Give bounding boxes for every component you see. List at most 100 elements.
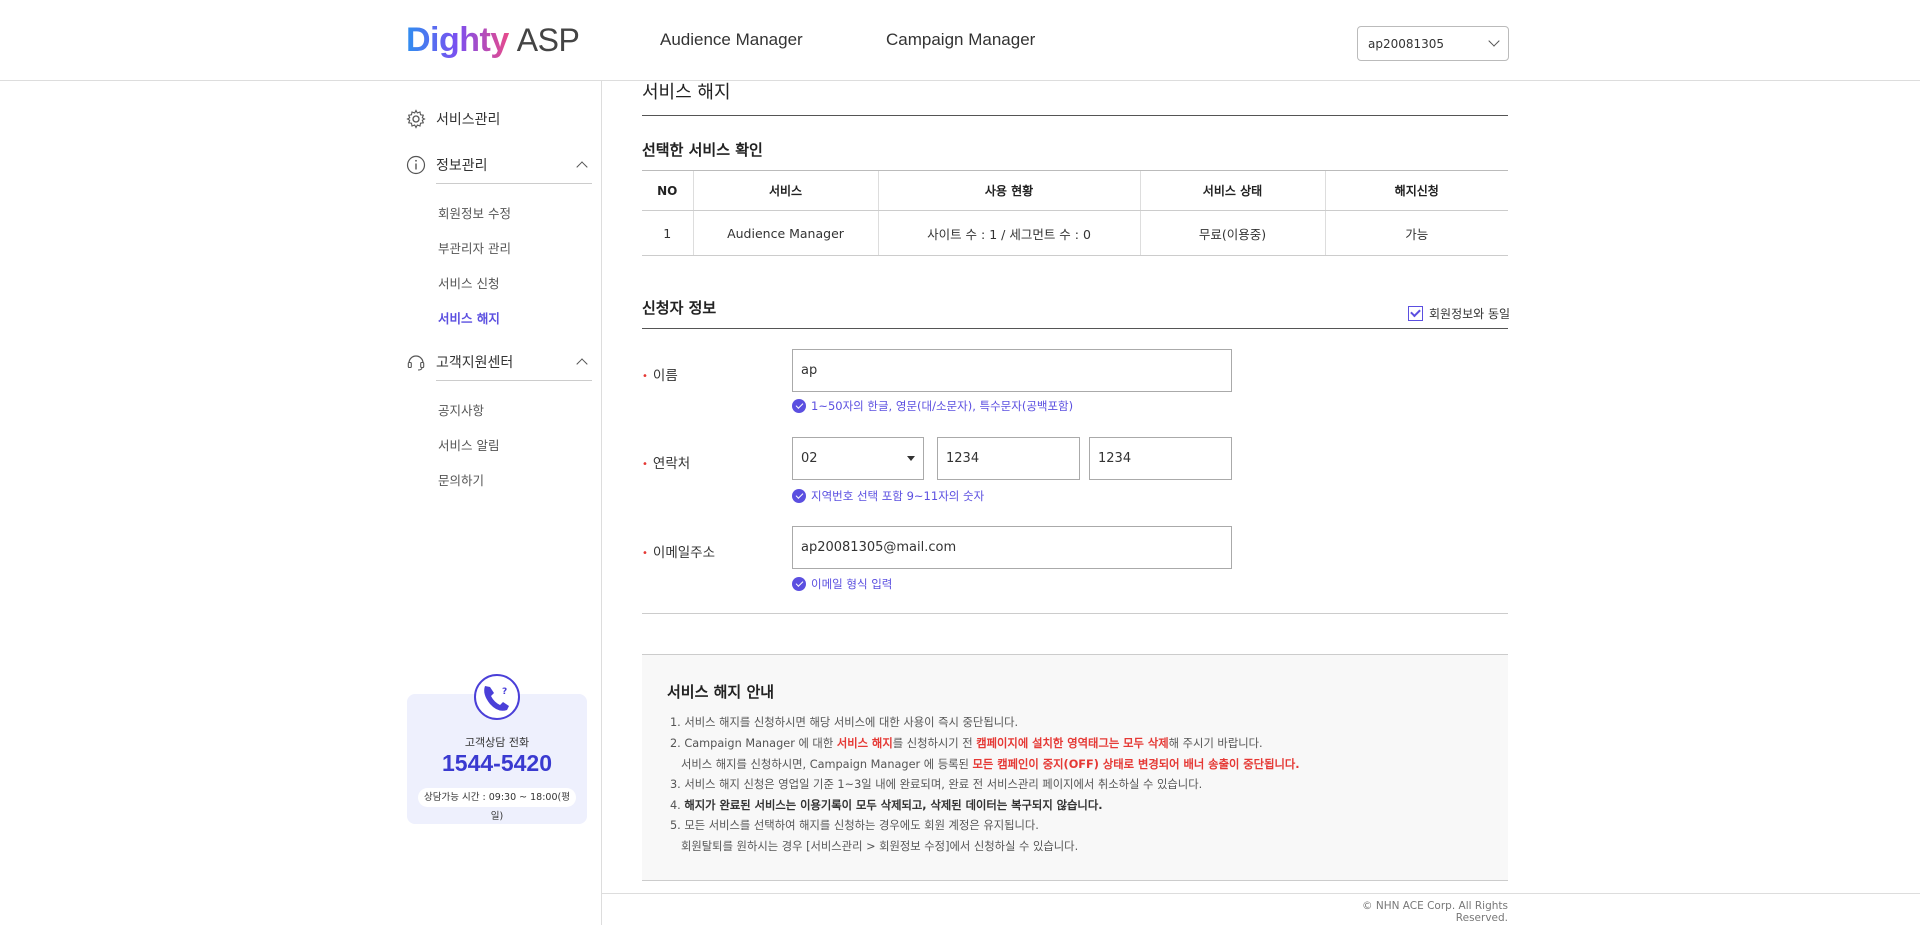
dropdown-arrow-icon <box>907 456 915 461</box>
col-header-service: 서비스 <box>692 170 878 211</box>
check-circle-icon <box>792 399 806 413</box>
sidebar-divider-cs <box>436 380 592 381</box>
notice-line-5: 5. 모든 서비스를 선택하여 해지를 신청하는 경우에도 회원 계정은 유지됩… <box>670 819 1039 832</box>
phone-area-select[interactable]: 02 <box>792 437 924 480</box>
name-input-value: ap <box>801 363 818 378</box>
sidebar-label-info-management: 정보관리 <box>436 158 488 174</box>
title-divider <box>642 115 1508 116</box>
sidebar-label-service-management: 서비스관리 <box>436 112 501 128</box>
notice-emphasis: 해지가 완료된 서비스는 이용기록이 모두 삭제되고, 삭제된 데이터는 복구되… <box>684 799 1103 812</box>
notice-line-5b: 회원탈퇴를 원하시는 경우 [서비스관리 > 회원정보 수정]에서 신청하실 수… <box>681 840 1079 853</box>
email-input[interactable]: ap20081305@mail.com <box>792 526 1232 569</box>
top-header: Dighty ASP Audience Manager Campaign Man… <box>0 0 1920 81</box>
sidebar-item-service-management[interactable]: 서비스관리 <box>406 109 500 129</box>
phone-area-value: 02 <box>801 451 818 466</box>
col-header-status: 서비스 상태 <box>1139 170 1325 211</box>
notice-line-2: 2. Campaign Manager 에 대한 서비스 해지를 신청하시기 전… <box>670 735 1263 751</box>
notice-line-4: 4. 해지가 완료된 서비스는 이용기록이 모두 삭제되고, 삭제된 데이터는 … <box>670 797 1103 813</box>
sidebar-divider-info <box>436 183 592 184</box>
page-title: 서비스 해지 <box>642 82 731 103</box>
same-as-member-label: 회원정보와 동일 <box>1429 307 1511 321</box>
sidebar-subitem-service-alert[interactable]: 서비스 알림 <box>438 435 499 454</box>
name-input[interactable]: ap <box>792 349 1232 392</box>
sidebar-subitem-notice[interactable]: 공지사항 <box>438 400 484 419</box>
account-select[interactable]: ap20081305 <box>1357 26 1509 61</box>
account-select-value: ap20081305 <box>1368 36 1445 51</box>
phone-last-value: 1234 <box>1098 451 1132 466</box>
table-row: 1 Audience Manager 사이트 수 : 1 / 세그먼트 수 : … <box>642 210 1508 256</box>
phone-middle-input[interactable]: 1234 <box>937 437 1080 480</box>
required-mark: • <box>642 547 648 559</box>
svg-text:?: ? <box>502 687 507 697</box>
notice-title: 서비스 해지 안내 <box>667 683 775 701</box>
sidebar-divider <box>601 81 602 925</box>
selected-service-title: 선택한 서비스 확인 <box>642 141 763 159</box>
col-header-usage: 사용 현황 <box>877 170 1140 211</box>
email-hint-text: 이메일 형식 입력 <box>811 577 893 591</box>
nav-audience-manager[interactable]: Audience Manager <box>660 30 803 50</box>
chevron-up-icon[interactable] <box>576 358 588 370</box>
notice-text: 2. Campaign Manager 에 대한 <box>670 737 837 750</box>
name-label: • 이름 <box>642 364 678 384</box>
notice-line-2b: 서비스 해지를 신청하시면, Campaign Manager 에 등록된 모든… <box>681 756 1300 772</box>
applicant-divider <box>642 328 1508 329</box>
gear-icon <box>406 109 426 129</box>
notice-text: 서비스 해지를 신청하시면, Campaign Manager 에 등록된 <box>681 758 973 771</box>
customer-call-number[interactable]: 1544-5420 <box>407 750 587 777</box>
sidebar-subitem-service-apply[interactable]: 서비스 신청 <box>438 273 499 292</box>
customer-call-hours: 상담가능 시간 : 09:30 ~ 18:00(평일) <box>418 788 576 822</box>
notice-text: 4. <box>670 799 685 812</box>
cell-status: 무료(이용중) <box>1139 210 1325 256</box>
notice-line-3: 3. 서비스 해지 신청은 영업일 기준 1~3일 내에 완료되며, 완료 전 … <box>670 778 1203 791</box>
required-mark: • <box>642 370 648 382</box>
sidebar-subitem-service-cancel[interactable]: 서비스 해지 <box>438 308 500 327</box>
nav-campaign-manager[interactable]: Campaign Manager <box>886 30 1035 50</box>
info-icon <box>406 155 426 175</box>
phone-label-text: 연락처 <box>652 456 691 472</box>
checkbox-checked-icon <box>1408 306 1423 321</box>
name-label-text: 이름 <box>652 368 678 384</box>
logo-asp-text: ASP <box>516 21 580 58</box>
applicant-info-title: 신청자 정보 <box>642 299 717 317</box>
check-circle-icon <box>792 577 806 591</box>
headset-icon <box>406 352 426 372</box>
col-header-cancel: 해지신청 <box>1324 170 1508 211</box>
cell-no: 1 <box>642 210 693 256</box>
notice-line-1: 1. 서비스 해지를 신청하시면 해당 서비스에 대한 사용이 즉시 중단됩니다… <box>670 716 1019 729</box>
customer-call-label: 고객상담 전화 <box>464 736 530 749</box>
notice-emphasis: 서비스 해지 <box>836 737 893 750</box>
notice-text: 해 주시기 바랍니다. <box>1168 737 1263 750</box>
cell-cancel-available: 가능 <box>1324 210 1508 256</box>
sidebar-item-customer-center[interactable]: 고객지원센터 <box>406 352 513 372</box>
sidebar-item-info-management[interactable]: 정보관리 <box>406 155 488 175</box>
notice-emphasis: 캠페이지에 설치한 영역태그는 모두 삭제 <box>976 737 1169 750</box>
notice-emphasis: 모든 캠페인이 중지(OFF) 상태로 변경되어 배너 송출이 중단됩니다. <box>972 758 1300 771</box>
chevron-down-icon <box>1488 35 1500 47</box>
chevron-up-icon[interactable] <box>576 161 588 173</box>
dighty-asp-logo[interactable]: Dighty ASP <box>406 20 580 60</box>
required-mark: • <box>642 458 648 470</box>
name-hint: 1~50자의 한글, 영문(대/소문자), 특수문자(공백포함) <box>792 398 1073 414</box>
col-header-no: NO <box>642 170 693 211</box>
check-circle-icon <box>792 489 806 503</box>
email-label: • 이메일주소 <box>642 541 715 561</box>
phone-middle-value: 1234 <box>946 451 980 466</box>
sidebar-subitem-edit-member-info[interactable]: 회원정보 수정 <box>438 203 511 222</box>
phone-label: • 연락처 <box>642 452 690 472</box>
phone-hint: 지역번호 선택 포함 9~11자의 숫자 <box>792 488 984 504</box>
footer-divider <box>602 893 1920 894</box>
phone-last-input[interactable]: 1234 <box>1089 437 1232 480</box>
selected-service-table: NO 서비스 사용 현황 서비스 상태 해지신청 1 Audience Mana… <box>642 170 1508 256</box>
form-divider <box>642 613 1508 614</box>
copyright-text: © NHN ACE Corp. All Rights Reserved. <box>1362 900 1508 924</box>
phone-hint-text: 지역번호 선택 포함 9~11자의 숫자 <box>811 489 985 503</box>
same-as-member-checkbox[interactable]: 회원정보와 동일 <box>1408 305 1510 322</box>
email-hint: 이메일 형식 입력 <box>792 576 892 592</box>
sidebar-subitem-sub-admin[interactable]: 부관리자 관리 <box>438 238 511 257</box>
name-hint-text: 1~50자의 한글, 영문(대/소문자), 특수문자(공백포함) <box>811 399 1074 413</box>
cell-service: Audience Manager <box>692 210 878 256</box>
phone-support-icon: ? <box>474 674 520 720</box>
notice-text: 를 신청하시기 전 <box>892 737 977 750</box>
sidebar-subitem-inquiry[interactable]: 문의하기 <box>438 470 484 489</box>
logo-dighty-text: Dighty <box>406 20 509 59</box>
